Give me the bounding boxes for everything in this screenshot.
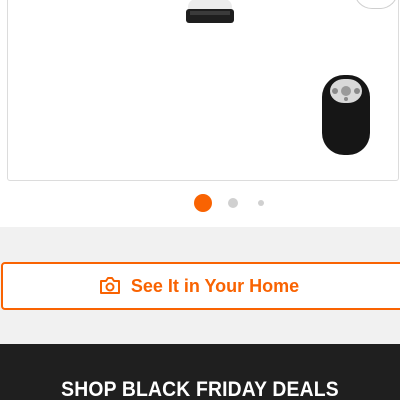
see-it-in-your-home-button[interactable]: See It in Your Home (1, 262, 400, 310)
carousel-dot-3[interactable] (258, 200, 264, 206)
black-friday-banner-text[interactable]: SHOP BLACK FRIDAY DEALS (16, 378, 384, 400)
favorite-button[interactable] (354, 0, 398, 9)
see-it-button-label: See It in Your Home (130, 275, 300, 296)
heart-icon (369, 0, 385, 3)
carousel-dot-1[interactable] (194, 194, 212, 212)
ceiling-fan-light-icon (186, 0, 234, 23)
fan-remote-control-icon (322, 75, 370, 155)
carousel-dot-2[interactable] (228, 198, 238, 208)
camera-icon (99, 277, 120, 294)
product-image-gallery[interactable] (7, 0, 399, 181)
